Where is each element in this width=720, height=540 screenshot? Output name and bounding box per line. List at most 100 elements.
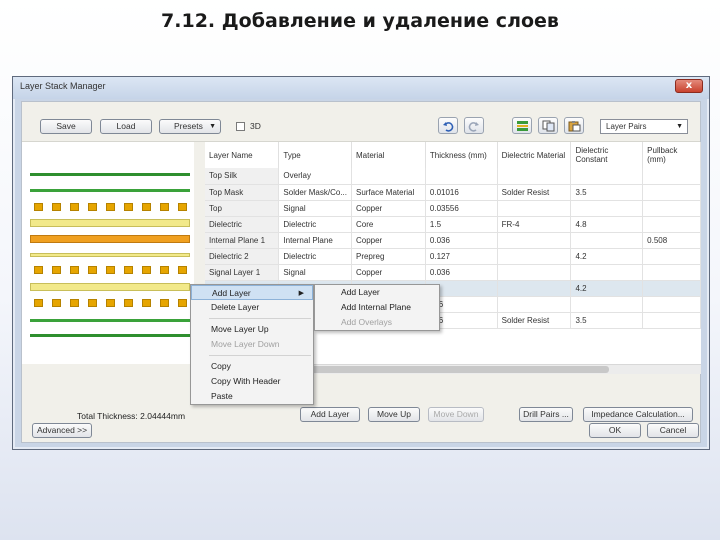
table-row[interactable]: Top Mask Solder Mask/Co... Surface Mater… [205,184,701,201]
submenu-item-add-internal-plane[interactable]: Add Internal Plane [315,300,439,315]
menu-item-add-layer[interactable]: Add Layer ▶ [191,285,313,300]
cell-material[interactable]: Core [351,216,426,233]
menu-item-move-layer-up[interactable]: Move Layer Up [191,322,313,337]
cell-layer-name[interactable]: Top Silk [205,168,280,185]
submenu-item-add-layer[interactable]: Add Layer [315,285,439,300]
cell-type[interactable]: Overlay [278,168,352,185]
cell-material[interactable]: Prepreg [351,248,426,265]
cell-pullback[interactable] [642,200,701,217]
layer-pairs-select[interactable]: Layer Pairs ▼ [600,119,688,134]
cell-type[interactable]: Solder Mask/Co... [278,184,352,201]
cell-thickness[interactable]: 0.01016 [425,184,498,201]
cell-layer-name[interactable]: Internal Plane 1 [205,232,280,249]
col-thickness[interactable]: Thickness (mm) [425,142,498,168]
cancel-button[interactable]: Cancel [647,423,699,438]
cell-pullback[interactable]: 0.508 [642,232,701,249]
cell-thickness[interactable]: 0.03556 [425,200,498,217]
cell-dielectric-material[interactable] [497,280,572,297]
cell-thickness[interactable]: 0.036 [425,232,498,249]
cell-dielectric-material[interactable] [497,248,572,265]
menu-item-paste[interactable]: Paste [191,389,313,404]
presets-button[interactable]: Presets ▼ [159,119,221,134]
menu-item-copy[interactable]: Copy [191,359,313,374]
cell-material[interactable]: Copper [351,264,426,281]
redo-button[interactable] [464,117,484,134]
load-button[interactable]: Load [100,119,152,134]
cell-thickness[interactable] [425,168,498,185]
drill-pairs-button[interactable]: Drill Pairs ... [519,407,573,422]
cell-dielectric-material[interactable] [497,232,572,249]
menu-item-copy-with-header[interactable]: Copy With Header [191,374,313,389]
table-row[interactable]: Top Silk Overlay [205,168,701,185]
cell-pullback[interactable] [642,296,701,313]
cell-dielectric-material[interactable]: FR-4 [497,216,572,233]
cell-layer-name[interactable]: Signal Layer 1 [205,264,280,281]
col-dielectric-material[interactable]: Dielectric Material [497,142,572,168]
menu-item-move-layer-down[interactable]: Move Layer Down [191,337,313,352]
submenu-item-add-overlays[interactable]: Add Overlays [315,315,439,330]
col-layer-name[interactable]: Layer Name [205,142,280,168]
cell-type[interactable]: Signal [278,264,352,281]
cell-thickness[interactable]: 1.5 [425,216,498,233]
paste-stack-button[interactable] [564,117,584,134]
move-down-button[interactable]: Move Down [428,407,484,422]
cell-pullback[interactable] [642,248,701,265]
cell-dielectric-material[interactable] [497,200,572,217]
cell-dielectric-material[interactable]: Solder Resist [497,184,572,201]
add-layer-button[interactable]: Add Layer [300,407,360,422]
menu-item-delete-layer[interactable]: Delete Layer [191,300,313,315]
cell-dielectric-material[interactable]: Solder Resist [497,312,572,329]
cell-type[interactable]: Signal [278,200,352,217]
cell-dielectric-constant[interactable]: 4.2 [570,280,644,297]
cell-type[interactable]: Dielectric [278,216,352,233]
impedance-calculation-button[interactable]: Impedance Calculation... [583,407,693,422]
table-row[interactable]: Signal Layer 1 Signal Copper 0.036 [205,264,701,281]
cell-pullback[interactable] [642,184,701,201]
stack-properties-button[interactable] [512,117,532,134]
save-button[interactable]: Save [40,119,92,134]
table-row[interactable]: Dielectric Dielectric Core 1.5 FR-4 4.8 [205,216,701,233]
table-row[interactable]: Dielectric 2 Dielectric Prepreg 0.127 4.… [205,248,701,265]
ok-button[interactable]: OK [589,423,641,438]
cell-dielectric-constant[interactable]: 4.2 [570,248,644,265]
col-type[interactable]: Type [278,142,352,168]
cell-pullback[interactable] [642,312,701,329]
cell-dielectric-constant[interactable] [570,296,644,313]
cell-pullback[interactable] [642,264,701,281]
cell-layer-name[interactable]: Dielectric 2 [205,248,280,265]
cell-layer-name[interactable]: Top [205,200,280,217]
cell-material[interactable]: Copper [351,232,426,249]
cell-material[interactable] [351,168,426,185]
cell-dielectric-constant[interactable]: 3.5 [570,184,644,201]
cell-pullback[interactable] [642,216,701,233]
cell-dielectric-constant[interactable] [570,264,644,281]
cell-material[interactable]: Surface Material [351,184,426,201]
checkbox-3d[interactable] [236,122,245,131]
cell-pullback[interactable] [642,168,701,185]
cell-layer-name[interactable]: Top Mask [205,184,280,201]
cell-dielectric-constant[interactable] [570,232,644,249]
move-up-button[interactable]: Move Up [368,407,420,422]
cell-material[interactable]: Copper [351,200,426,217]
undo-button[interactable] [438,117,458,134]
cell-type[interactable]: Internal Plane [278,232,352,249]
cell-dielectric-constant[interactable] [570,200,644,217]
cell-dielectric-constant[interactable]: 4.8 [570,216,644,233]
col-material[interactable]: Material [351,142,426,168]
table-row[interactable]: Internal Plane 1 Internal Plane Copper 0… [205,232,701,249]
cell-layer-name[interactable]: Dielectric [205,216,280,233]
col-pullback[interactable]: Pullback (mm) [642,142,701,168]
close-button[interactable]: x [675,79,703,93]
cell-dielectric-material[interactable] [497,296,572,313]
cell-dielectric-constant[interactable]: 3.5 [570,312,644,329]
copy-stack-button[interactable] [538,117,558,134]
cell-thickness[interactable]: 0.036 [425,264,498,281]
advanced-button[interactable]: Advanced >> [32,423,92,438]
col-dielectric-constant[interactable]: Dielectric Constant [570,142,644,168]
cell-type[interactable]: Dielectric [278,248,352,265]
cell-dielectric-constant[interactable] [570,168,644,185]
cell-dielectric-material[interactable] [497,168,572,185]
cell-dielectric-material[interactable] [497,264,572,281]
cell-thickness[interactable]: 0.127 [425,248,498,265]
table-row[interactable]: Top Signal Copper 0.03556 [205,200,701,217]
